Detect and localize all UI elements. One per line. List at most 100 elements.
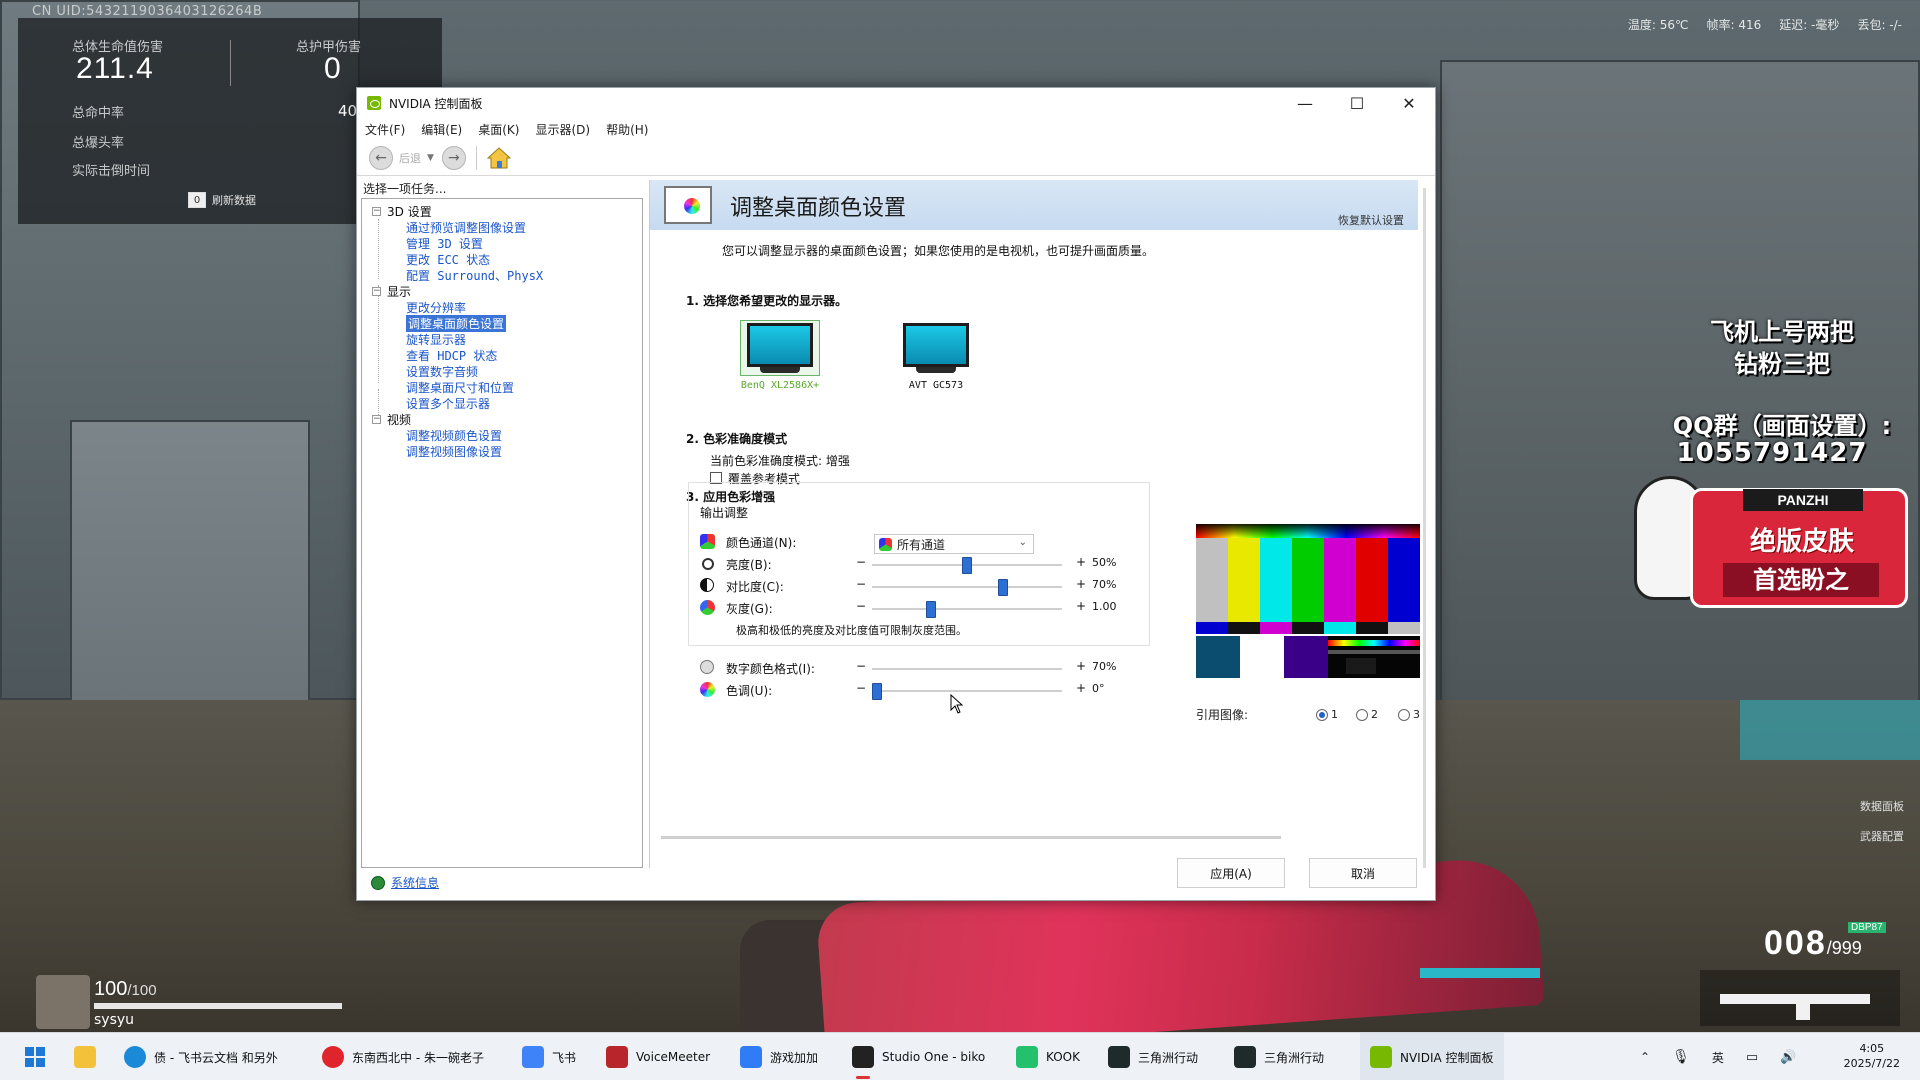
tree-item-ecc-state[interactable]: 更改 ECC 状态 [406,251,490,268]
reference-option-2[interactable]: 2 [1356,708,1378,721]
vibrance-increase[interactable]: + [1076,659,1086,673]
maximize-button[interactable]: ☐ [1331,88,1383,118]
menu-display[interactable]: 显示器(D) [535,121,590,138]
contrast-increase[interactable]: + [1076,577,1086,591]
contrast-thumb[interactable] [998,579,1008,596]
network-icon[interactable]: ▭ [1746,1050,1758,1065]
tree-group-3d-settings[interactable]: − 3D 设置 [372,203,432,220]
taskbar-item-label: Studio One - biko [882,1050,986,1064]
tree-group-video[interactable]: − 视频 [372,411,411,428]
monitor-benq[interactable]: BenQ XL2586X+ [740,320,820,391]
page-title: 调整桌面颜色设置 [730,196,907,221]
taskbar-item-game-plus[interactable]: 游戏加加 [740,1033,818,1080]
forward-arrow-icon[interactable]: → [441,145,466,170]
player-avatar [36,975,90,1029]
vibrance-track[interactable] [872,668,1062,670]
start-button[interactable] [24,1033,46,1080]
vertical-scrollbar[interactable] [1423,188,1426,868]
promo-badge: PANZHI 绝版皮肤 首选盼之 [1690,488,1908,608]
hue-increase[interactable]: + [1076,681,1086,695]
tree-item-rotate-display[interactable]: 旋转显示器 [406,331,466,348]
brightness-decrease[interactable]: − [856,555,866,569]
vibrance-decrease[interactable]: − [856,659,866,673]
clock[interactable]: 4:05 2025/7/22 [1844,1041,1900,1071]
hue-icon [700,682,715,697]
close-button[interactable]: ✕ [1383,88,1435,118]
chevron-up-icon[interactable]: ⌃ [1640,1050,1650,1064]
microphone-icon[interactable]: 🎙 [1672,1049,1690,1065]
back-label[interactable]: 后退 [399,150,421,166]
brightness-thumb[interactable] [962,557,972,574]
tree-item-desktop-size[interactable]: 调整桌面尺寸和位置 [406,379,514,396]
cancel-button[interactable]: 取消 [1309,858,1417,888]
taskbar-item-kook[interactable]: KOOK [1016,1033,1080,1080]
volume-icon[interactable]: 🔊 [1780,1050,1796,1065]
tree-group-label: 视频 [387,413,412,427]
gamma-thumb[interactable] [926,601,936,618]
tree-item-desktop-color[interactable]: 调整桌面颜色设置 [406,315,507,332]
tree-item-surround-physx[interactable]: 配置 Surround、PhysX [406,267,543,284]
reference-option-3[interactable]: 3 [1398,708,1420,721]
taskbar-item-label: KOOK [1046,1050,1080,1064]
back-dropdown-icon[interactable]: ▼ [427,153,434,163]
restore-defaults-link[interactable]: 恢复默认设置 [1338,212,1404,228]
latency-readout: 延迟: -毫秒 [1779,18,1840,32]
tree-item-video-color[interactable]: 调整视频颜色设置 [406,427,502,444]
taskbar-item-delta-force-2[interactable]: 三角洲行动 [1234,1033,1324,1080]
refresh-data-button[interactable]: 0 刷新数据 [188,192,256,208]
task-tree[interactable]: − 3D 设置 通过预览调整图像设置 管理 3D 设置 更改 ECC 状态 配置… [361,198,643,868]
tree-item-change-resolution[interactable]: 更改分辨率 [406,299,466,316]
collapse-icon[interactable]: − [372,415,381,424]
vibrance-icon [700,660,714,674]
nvidia-control-panel-window[interactable]: NVIDIA 控制面板 — ☐ ✕ 文件(F) 编辑(E) 桌面(K) 显示器(… [356,87,1436,901]
taskbar-item-voicemeeter[interactable]: VoiceMeeter [606,1033,710,1080]
side-hints: 数据面板 武器配置 [1860,792,1904,852]
tree-line [378,219,379,279]
input-method-indicator[interactable]: 英 [1712,1049,1724,1066]
windows-logo-icon [25,1047,45,1067]
brightness-increase[interactable]: + [1076,555,1086,569]
taskbar-item-feishu[interactable]: 飞书 [522,1033,576,1080]
menu-edit[interactable]: 编辑(E) [421,121,462,138]
taskbar-item-netease-music[interactable]: 东南西北中 - 朱一碗老子 [322,1033,484,1080]
horizontal-scrollbar[interactable] [661,836,1281,839]
gamma-track[interactable] [872,608,1062,610]
armor-damage-value: 0 [324,52,342,85]
home-icon[interactable] [486,146,512,169]
color-channel-dropdown[interactable]: 所有通道 ⌄ [874,534,1034,554]
hue-track[interactable] [872,690,1062,692]
contrast-track[interactable] [872,586,1062,588]
taskbar-item-feishu-docs[interactable]: 债 - 飞书云文档 和另外 [124,1033,278,1080]
file-explorer-button[interactable] [74,1033,96,1080]
monitor-avt[interactable]: AVT GC573 [896,320,976,391]
hue-decrease[interactable]: − [856,681,866,695]
contrast-decrease[interactable]: − [856,577,866,591]
tree-item-digital-audio[interactable]: 设置数字音频 [406,363,478,380]
menu-help[interactable]: 帮助(H) [606,121,648,138]
menu-desktop[interactable]: 桌面(K) [478,121,519,138]
tree-item-multiple-displays[interactable]: 设置多个显示器 [406,395,490,412]
tree-item-manage-3d[interactable]: 管理 3D 设置 [406,235,483,252]
radio-selected-icon [1316,708,1328,721]
system-info-link[interactable]: 系统信息 [371,874,439,891]
collapse-icon[interactable]: − [372,287,381,296]
hue-thumb[interactable] [872,683,882,700]
back-arrow-icon[interactable]: ← [369,145,393,170]
collapse-icon[interactable]: − [372,207,381,216]
tree-item-hdcp-status[interactable]: 查看 HDCP 状态 [406,347,497,364]
gamma-decrease[interactable]: − [856,599,866,613]
tree-item-video-image[interactable]: 调整视频图像设置 [406,443,502,460]
taskbar-item-label: 游戏加加 [770,1050,819,1065]
tree-item-preview-image[interactable]: 通过预览调整图像设置 [406,219,526,236]
apply-button[interactable]: 应用(A) [1177,858,1285,888]
title-bar[interactable]: NVIDIA 控制面板 — ☐ ✕ [357,88,1435,118]
taskbar-item-studio-one[interactable]: Studio One - biko [852,1033,985,1080]
gamma-increase[interactable]: + [1076,599,1086,613]
minimize-button[interactable]: — [1279,88,1331,118]
clock-date: 2025/7/22 [1843,1057,1900,1070]
taskbar-item-nvidia-control-panel[interactable]: NVIDIA 控制面板 [1360,1033,1504,1080]
taskbar-item-delta-force-1[interactable]: 三角洲行动 [1108,1033,1198,1080]
tree-group-display[interactable]: − 显示 [372,283,411,300]
reference-option-1[interactable]: 1 [1316,708,1338,721]
menu-file[interactable]: 文件(F) [365,121,405,138]
